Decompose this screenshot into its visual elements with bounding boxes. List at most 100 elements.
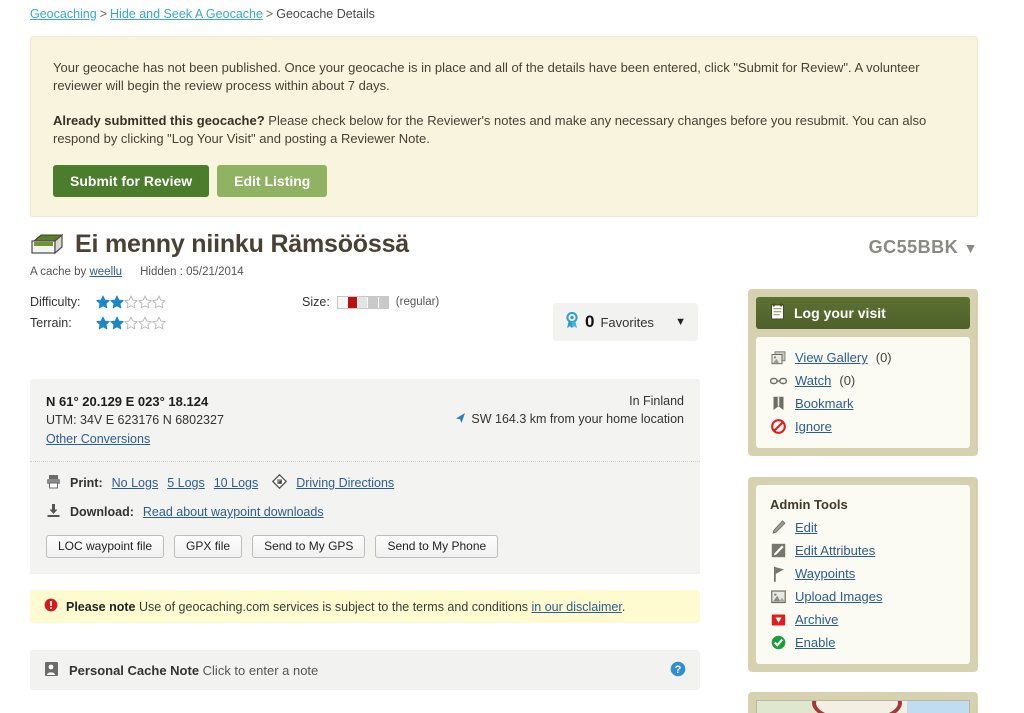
size-note: (regular) <box>395 296 440 308</box>
notice-paragraph-1: Your geocache has not been published. On… <box>53 60 920 93</box>
sidebar-action-ignore[interactable]: Ignore <box>770 418 956 435</box>
gallery-icon <box>770 349 787 366</box>
send-to-my-phone-button[interactable]: Send to My Phone <box>375 535 499 558</box>
breadcrumb-link-geocaching[interactable]: Geocaching <box>30 7 97 21</box>
disclaimer-link[interactable]: in our disclaimer <box>532 600 622 614</box>
admin-tools-panel: Admin Tools Edit Edit Attributes Waypoin… <box>748 477 978 672</box>
printer-icon <box>46 474 61 492</box>
other-conversions-link[interactable]: Other Conversions <box>46 432 150 446</box>
unpublished-notice: Your geocache has not been published. On… <box>30 36 978 217</box>
coordinates-box: N 61° 20.129 E 023° 18.124 UTM: 34V E 62… <box>30 379 700 461</box>
watch-glasses-icon <box>770 372 787 389</box>
archive-icon <box>770 611 787 628</box>
size-segment <box>378 296 388 308</box>
edit-listing-button[interactable]: Edit Listing <box>217 165 328 197</box>
difficulty-stars <box>96 295 166 309</box>
submit-for-review-button[interactable]: Submit for Review <box>53 165 210 197</box>
size-segment <box>368 296 379 308</box>
watch-link[interactable]: Watch <box>795 373 831 388</box>
admin-item-enable[interactable]: Enable <box>770 634 956 651</box>
ignore-link[interactable]: Ignore <box>795 419 832 434</box>
cache-info-panel: N 61° 20.129 E 023° 18.124 UTM: 34V E 62… <box>30 379 700 574</box>
star-icon <box>124 295 138 308</box>
print-row: Print: No Logs 5 Logs 10 Logs Driving Di… <box>46 473 684 492</box>
send-to-my-gps-button[interactable]: Send to My GPS <box>252 535 366 558</box>
flag-icon <box>770 565 787 582</box>
gc-code: GC55BBK <box>868 237 959 257</box>
location-summary: In Finland SW 164.3 km from your home lo… <box>455 394 684 427</box>
download-icon <box>46 503 61 521</box>
log-your-visit-button[interactable]: Log your visit <box>756 297 970 329</box>
log-your-visit-label: Log your visit <box>794 305 886 321</box>
admin-edit-link[interactable]: Edit <box>795 520 817 535</box>
admin-item-edit-attributes[interactable]: Edit Attributes <box>770 542 956 559</box>
download-buttons: LOC waypoint file GPX file Send to My GP… <box>46 535 684 558</box>
bookmark-icon <box>770 395 787 412</box>
star-icon <box>110 295 124 308</box>
waypoint-downloads-link[interactable]: Read about waypoint downloads <box>143 505 324 519</box>
geocache-details-page: Geocaching > Hide and Seek A Geocache > Geoc… <box>0 0 1024 713</box>
loc-waypoint-file-button[interactable]: LOC waypoint file <box>46 535 165 558</box>
view-gallery-count: (0) <box>875 350 892 365</box>
cache-note-text: Personal Cache Note Click to enter a not… <box>69 663 318 678</box>
favorites-count: 0 <box>585 312 595 331</box>
hidden-date: 05/21/2014 <box>186 266 244 278</box>
svg-text:?: ? <box>675 664 682 676</box>
admin-item-archive[interactable]: Archive <box>770 611 956 628</box>
disclaimer-bold: Please note <box>66 599 136 614</box>
breadcrumb-separator-1: > <box>99 7 108 21</box>
cache-owner-link[interactable]: weellu <box>89 266 122 278</box>
notice-buttons: Submit for Review Edit Listing <box>53 165 955 197</box>
chevron-down-icon[interactable]: ▼ <box>964 240 978 256</box>
admin-item-waypoints[interactable]: Waypoints <box>770 565 956 582</box>
notepad-icon <box>770 303 785 323</box>
favorite-ribbon-icon <box>565 311 579 332</box>
help-icon[interactable]: ? <box>670 661 686 680</box>
star-icon <box>152 316 166 329</box>
star-icon <box>124 316 138 329</box>
cache-distance-text: SW 164.3 km from your home location <box>471 412 684 426</box>
driving-directions-link[interactable]: Driving Directions <box>296 476 394 490</box>
sidebar-action-view-gallery[interactable]: View Gallery (0) <box>770 349 956 366</box>
gc-code-block[interactable]: GC55BBK ▼ <box>869 237 978 258</box>
view-gallery-link[interactable]: View Gallery <box>795 350 868 365</box>
breadcrumb-link-hide-and-seek[interactable]: Hide and Seek A Geocache <box>110 7 263 21</box>
pencil-icon <box>770 519 787 536</box>
star-icon <box>96 316 110 329</box>
disclaimer-period: . <box>621 599 626 614</box>
log-visit-panel: Log your visit View Gallery (0) Watch (0… <box>748 289 978 456</box>
cache-note-placeholder: Click to enter a note <box>199 662 319 678</box>
favorites-widget[interactable]: 0 Favorites ▼ <box>553 303 698 341</box>
map-panel[interactable] <box>748 692 978 713</box>
print-5-logs-link[interactable]: 5 Logs <box>167 476 205 490</box>
star-icon <box>138 295 152 308</box>
watch-count: (0) <box>839 373 856 388</box>
personal-cache-note[interactable]: Personal Cache Note Click to enter a not… <box>30 650 700 690</box>
favorites-chevron-down-icon[interactable]: ▼ <box>675 316 686 328</box>
ignore-icon <box>770 418 787 435</box>
cache-note-bold: Personal Cache Note <box>69 662 200 678</box>
admin-waypoints-link[interactable]: Waypoints <box>795 566 855 581</box>
star-icon <box>96 295 110 308</box>
sidebar-action-bookmark[interactable]: Bookmark <box>770 395 956 412</box>
admin-upload-images-link[interactable]: Upload Images <box>795 589 882 604</box>
admin-item-edit[interactable]: Edit <box>770 519 956 536</box>
terrain-stars <box>96 316 166 330</box>
print-no-logs-link[interactable]: No Logs <box>112 476 159 490</box>
admin-item-upload-images[interactable]: Upload Images <box>770 588 956 605</box>
star-icon <box>110 316 124 329</box>
size-label: Size: <box>302 295 330 309</box>
gpx-file-button[interactable]: GPX file <box>174 535 243 558</box>
print-download-tools: Print: No Logs 5 Logs 10 Logs Driving Di… <box>30 461 700 574</box>
terrain-label: Terrain: <box>30 315 72 330</box>
bookmark-link[interactable]: Bookmark <box>795 396 854 411</box>
admin-enable-link[interactable]: Enable <box>795 635 835 650</box>
print-10-logs-link[interactable]: 10 Logs <box>214 476 258 490</box>
size-segment <box>348 296 359 308</box>
admin-edit-attributes-link[interactable]: Edit Attributes <box>795 543 875 558</box>
sidebar-action-watch[interactable]: Watch (0) <box>770 372 956 389</box>
map-thumbnail[interactable] <box>756 700 970 713</box>
admin-archive-link[interactable]: Archive <box>795 612 838 627</box>
star-icon <box>138 316 152 329</box>
favorites-label: Favorites <box>600 314 654 330</box>
